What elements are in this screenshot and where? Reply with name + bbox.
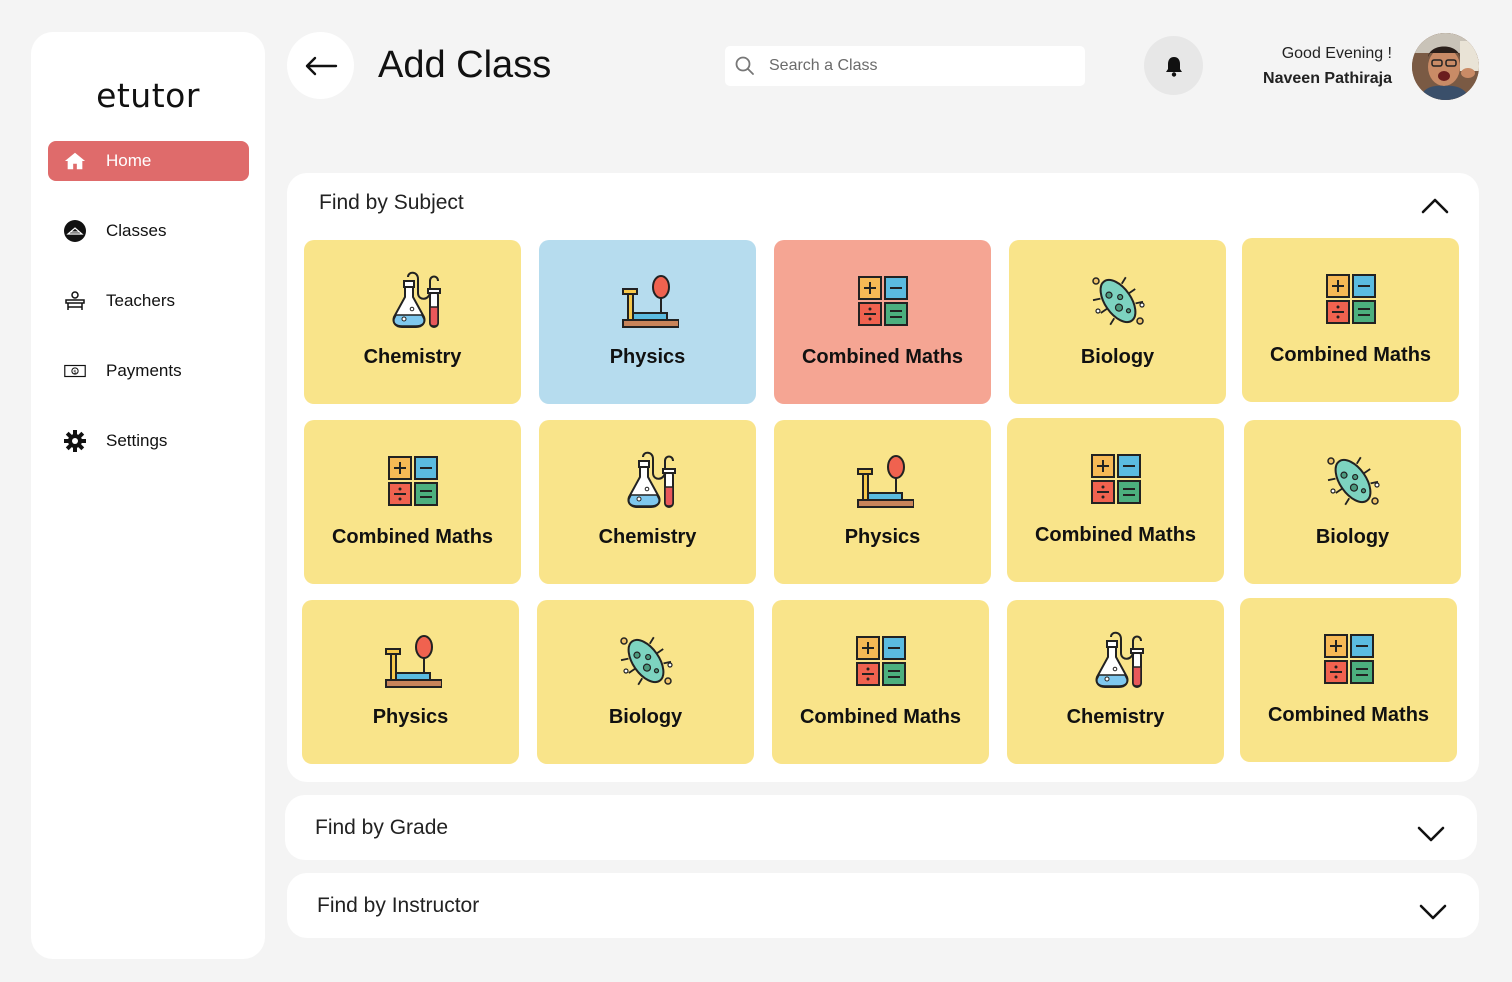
subject-label: Biology	[608, 706, 683, 728]
subject-label: Combined Maths	[799, 706, 962, 728]
subject-card[interactable]: Biology	[1009, 240, 1226, 404]
physics-icon	[380, 630, 442, 692]
subject-label: Physics	[844, 526, 921, 548]
subject-label: Combined Maths	[1269, 344, 1432, 366]
physics-icon	[852, 450, 914, 512]
chemistry-icon	[1085, 630, 1147, 692]
home-icon	[64, 150, 86, 172]
greeting-text: Good Evening !	[1281, 45, 1392, 62]
sidebar-item-payments[interactable]: $ Payments	[48, 351, 249, 391]
subject-card[interactable]: Combined Maths	[1240, 598, 1457, 762]
subject-label: Chemistry	[1066, 706, 1165, 728]
subject-label: Combined Maths	[1034, 524, 1197, 546]
subject-label: Combined Maths	[331, 526, 494, 548]
app-logo: etutor	[96, 76, 200, 115]
chemistry-icon	[382, 270, 444, 332]
subject-card[interactable]: Chemistry	[304, 240, 521, 404]
maths-icon	[850, 630, 912, 692]
section-title: Find by Subject	[319, 191, 464, 214]
maths-icon	[852, 270, 914, 332]
svg-text:$: $	[73, 369, 77, 375]
sidebar-item-classes[interactable]: Classes	[48, 211, 249, 251]
subject-label: Combined Maths	[801, 346, 964, 368]
subject-card[interactable]: Chemistry	[1007, 600, 1224, 764]
subject-card[interactable]: Biology	[537, 600, 754, 764]
sidebar-item-label: Settings	[106, 431, 168, 450]
subject-card[interactable]: Physics	[302, 600, 519, 764]
sidebar-item-label: Classes	[106, 221, 167, 240]
subject-card[interactable]: Combined Maths	[772, 600, 989, 764]
search-bar	[725, 46, 1085, 86]
classes-icon	[64, 220, 86, 242]
maths-icon	[1320, 268, 1382, 330]
biology-icon	[1322, 450, 1384, 512]
subject-label: Biology	[1315, 526, 1390, 548]
sidebar-item-label: Payments	[106, 361, 182, 380]
biology-icon	[615, 630, 677, 692]
chevron-up-icon[interactable]	[1421, 197, 1449, 215]
subject-card[interactable]: Physics	[539, 240, 756, 404]
sidebar-item-label: Home	[106, 151, 152, 170]
subject-label: Combined Maths	[1267, 704, 1430, 726]
subject-label: Biology	[1080, 346, 1155, 368]
section-title: Find by Grade	[315, 816, 449, 839]
find-by-instructor-panel[interactable]: Find by Instructor	[287, 873, 1479, 938]
physics-icon	[617, 270, 679, 332]
biology-icon	[1087, 270, 1149, 332]
subject-card[interactable]: Physics	[774, 420, 991, 584]
user-name: Naveen Pathiraja	[1263, 70, 1392, 87]
section-title: Find by Instructor	[317, 894, 480, 917]
avatar[interactable]	[1412, 33, 1479, 100]
subject-label: Chemistry	[363, 346, 462, 368]
search-input[interactable]	[769, 57, 1059, 75]
sidebar-item-teachers[interactable]: Teachers	[48, 281, 249, 321]
page-title: Add Class	[378, 44, 552, 86]
subject-card[interactable]: Combined Maths	[304, 420, 521, 584]
notifications-button[interactable]	[1144, 36, 1203, 95]
subject-card[interactable]: Combined Maths	[1007, 418, 1224, 582]
maths-icon	[382, 450, 444, 512]
payments-icon: $	[64, 360, 86, 382]
subject-label: Physics	[372, 706, 449, 728]
sidebar: etutor Home Classes Teachers $ Payments …	[31, 32, 265, 959]
chevron-down-icon[interactable]	[1419, 903, 1447, 921]
gear-icon	[64, 430, 86, 452]
subject-card[interactable]: Combined Maths	[774, 240, 991, 404]
bell-icon	[1164, 55, 1184, 77]
teachers-icon	[64, 290, 86, 312]
subject-card[interactable]: Biology	[1244, 420, 1461, 584]
sidebar-item-home[interactable]: Home	[48, 141, 249, 181]
search-icon	[735, 56, 755, 76]
subject-card[interactable]: Chemistry	[539, 420, 756, 584]
arrow-left-icon	[304, 56, 338, 76]
maths-icon	[1085, 448, 1147, 510]
subject-card[interactable]: Combined Maths	[1242, 238, 1459, 402]
find-by-grade-panel[interactable]: Find by Grade	[285, 795, 1477, 860]
sidebar-item-label: Teachers	[106, 291, 175, 310]
subject-label: Chemistry	[598, 526, 697, 548]
subject-label: Physics	[609, 346, 686, 368]
chevron-down-icon[interactable]	[1417, 825, 1445, 843]
greeting-block: Good Evening ! Naveen Pathiraja	[1263, 45, 1392, 88]
back-button[interactable]	[287, 32, 354, 99]
maths-icon	[1318, 628, 1380, 690]
sidebar-item-settings[interactable]: Settings	[48, 421, 249, 461]
chemistry-icon	[617, 450, 679, 512]
